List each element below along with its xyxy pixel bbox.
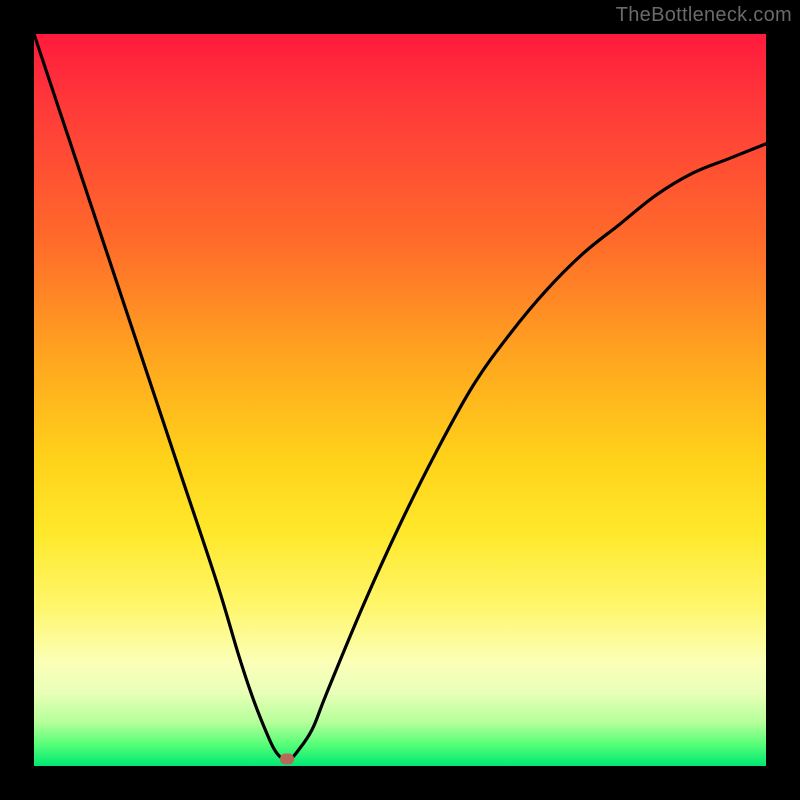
bottleneck-curve <box>34 34 766 766</box>
chart-container: TheBottleneck.com <box>0 0 800 800</box>
minimum-marker <box>280 753 294 764</box>
plot-area <box>34 34 766 766</box>
watermark-text: TheBottleneck.com <box>616 4 792 27</box>
